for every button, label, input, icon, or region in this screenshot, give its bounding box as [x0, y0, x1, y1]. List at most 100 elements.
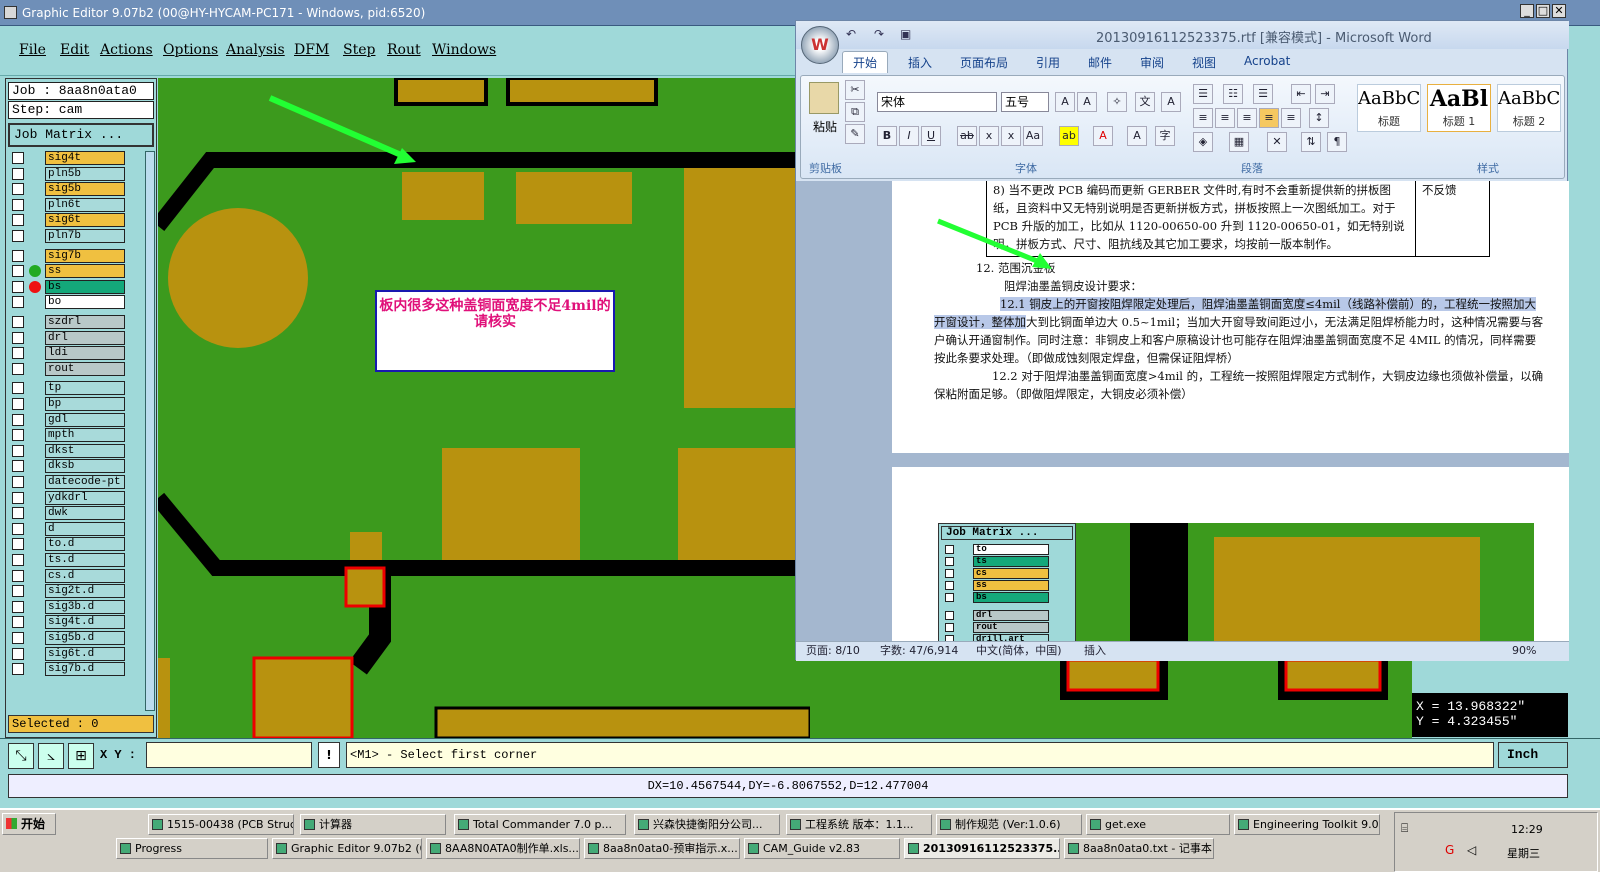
undo-icon[interactable]: ↶ [846, 27, 856, 41]
paste-icon[interactable] [809, 82, 839, 114]
warning-icon[interactable]: ! [318, 742, 340, 768]
layer-row[interactable]: mpth [8, 428, 144, 443]
layer-name[interactable]: gdl [45, 412, 125, 427]
pcb-canvas-lower[interactable] [810, 660, 1412, 738]
layer-name[interactable]: ts.d [45, 553, 125, 567]
layer-name[interactable]: dwk [45, 506, 125, 521]
layer-name[interactable]: sig7b.d [45, 662, 125, 677]
layer-row[interactable]: d [8, 521, 144, 536]
layer-checkbox[interactable] [12, 507, 24, 520]
layer-name[interactable]: ydkdrl [45, 490, 125, 505]
taskbar-item[interactable]: 制作规范 (Ver:1.0.6) [936, 814, 1082, 835]
layer-name[interactable]: sig3b.d [45, 599, 125, 614]
layer-row[interactable]: sig3b.d [8, 599, 144, 614]
status-words[interactable]: 字数: 47/6,914 [880, 642, 958, 660]
taskbar-item[interactable]: Progress [116, 838, 268, 859]
layer-name[interactable]: cs.d [45, 568, 125, 583]
layer-checkbox[interactable] [12, 214, 24, 227]
status-page[interactable]: 页面: 8/10 [806, 642, 860, 660]
minimize-icon[interactable]: _ [1520, 4, 1534, 18]
layer-checkbox[interactable] [12, 398, 24, 410]
layer-checkbox[interactable] [12, 331, 24, 344]
layer-row[interactable]: dwk [8, 506, 144, 521]
layer-checkbox[interactable] [12, 296, 24, 309]
layer-name[interactable]: pln6t [45, 197, 125, 212]
layer-row[interactable]: ts.d [8, 553, 144, 567]
change-case-icon[interactable]: Aa [1023, 126, 1043, 146]
layer-name[interactable]: sig4t.d [45, 615, 125, 630]
taskbar-item[interactable]: 8aa8n0ata0.txt - 记事本 [1064, 838, 1214, 859]
taskbar-item[interactable]: 兴森快捷衡阳分公司... [634, 814, 780, 835]
layer-name[interactable]: d [45, 521, 125, 536]
layer-row[interactable]: ldi [8, 346, 144, 361]
status-insert-mode[interactable]: 插入 [1084, 642, 1106, 660]
layer-checkbox[interactable] [12, 600, 24, 613]
layer-name[interactable]: sig7b [45, 248, 125, 263]
doc-page-2[interactable]: Job Matrix ... to ts cs ss bs drl rout drill.ar… [892, 467, 1569, 641]
layer-checkbox[interactable] [12, 167, 24, 180]
taskbar-item[interactable]: Engineering Toolkit 9.0... [1234, 814, 1380, 835]
tab-review[interactable]: 审阅 [1140, 54, 1164, 71]
layer-row[interactable]: rout [8, 361, 144, 376]
sort-icon[interactable]: ⇅ [1301, 132, 1321, 152]
layer-checkbox[interactable] [12, 554, 24, 566]
increase-indent-icon[interactable]: ⇥ [1315, 84, 1335, 104]
distribute-icon[interactable]: ≡ [1281, 108, 1301, 128]
align-center-icon[interactable]: ≡ [1215, 108, 1235, 128]
decrease-indent-icon[interactable]: ⇤ [1291, 84, 1311, 104]
taskbar-item[interactable]: 20130916112523375.... [904, 838, 1060, 859]
layer-name[interactable]: to.d [45, 537, 125, 552]
layer-checkbox[interactable] [12, 538, 24, 551]
bold-icon[interactable]: B [877, 126, 897, 146]
taskbar-item[interactable]: 8AA8N0ATA0制作单.xls... [426, 838, 580, 859]
layer-row[interactable]: ss [8, 264, 144, 279]
layer-row[interactable]: gdl [8, 412, 144, 427]
strikethrough-icon[interactable]: ab [957, 126, 977, 146]
style-title[interactable]: AaBbC 标题 [1357, 84, 1421, 132]
menu-rout[interactable]: Rout [387, 42, 421, 58]
style-heading-2[interactable]: AaBbC 标题 2 [1497, 84, 1561, 132]
layer-row[interactable]: sig6t [8, 213, 144, 228]
layer-checkbox[interactable] [12, 522, 24, 535]
layer-name[interactable]: sig6t.d [45, 646, 125, 661]
start-button[interactable]: 开始 [2, 813, 56, 835]
tab-acrobat[interactable]: Acrobat [1244, 54, 1290, 68]
cut-icon[interactable]: ✂ [845, 80, 865, 100]
tab-home[interactable]: 开始 [842, 51, 889, 73]
menu-actions[interactable]: Actions [100, 42, 153, 58]
layer-name[interactable]: bo [45, 295, 125, 310]
xy-input[interactable] [146, 742, 312, 768]
menu-analysis[interactable]: Analysis [226, 42, 285, 58]
align-left-icon[interactable]: ≡ [1193, 108, 1213, 128]
layer-row[interactable]: sig6t.d [8, 646, 144, 661]
layer-checkbox[interactable] [12, 280, 24, 293]
layer-row[interactable]: sig5b.d [8, 631, 144, 645]
layer-name[interactable]: pln5b [45, 166, 125, 181]
layer-name[interactable]: drl [45, 330, 125, 345]
tab-view[interactable]: 视图 [1192, 54, 1216, 71]
menu-options[interactable]: Options [163, 42, 218, 58]
layer-row[interactable]: sig7b [8, 248, 144, 263]
italic-icon[interactable]: I [899, 126, 919, 146]
layer-checkbox[interactable] [12, 347, 24, 360]
layer-checkbox[interactable] [12, 249, 24, 262]
layer-row[interactable]: pln6t [8, 197, 144, 212]
borders-icon[interactable]: ▦ [1229, 132, 1249, 152]
layer-row[interactable]: dksb [8, 459, 144, 474]
layer-row[interactable]: bp [8, 397, 144, 411]
tray-network-icon[interactable]: ⌸ [1401, 821, 1408, 836]
layer-name[interactable]: sig5b [45, 182, 125, 197]
layer-checkbox[interactable] [12, 444, 24, 457]
show-marks-icon[interactable]: ¶ [1327, 132, 1347, 152]
layer-checkbox[interactable] [12, 476, 24, 488]
copy-icon[interactable]: ⧉ [845, 102, 865, 122]
menu-file[interactable]: File [19, 42, 46, 58]
redo-icon[interactable]: ↷ [874, 27, 884, 41]
layer-row[interactable]: to.d [8, 537, 144, 552]
font-name-field[interactable]: 宋体 [877, 92, 997, 112]
layer-name[interactable]: bs [45, 279, 125, 294]
layer-checkbox[interactable] [12, 429, 24, 442]
zoom-tool-icon[interactable]: ⤡ [8, 743, 34, 769]
tray-antivirus-icon[interactable]: G [1445, 843, 1454, 857]
layer-checkbox[interactable] [12, 198, 24, 211]
